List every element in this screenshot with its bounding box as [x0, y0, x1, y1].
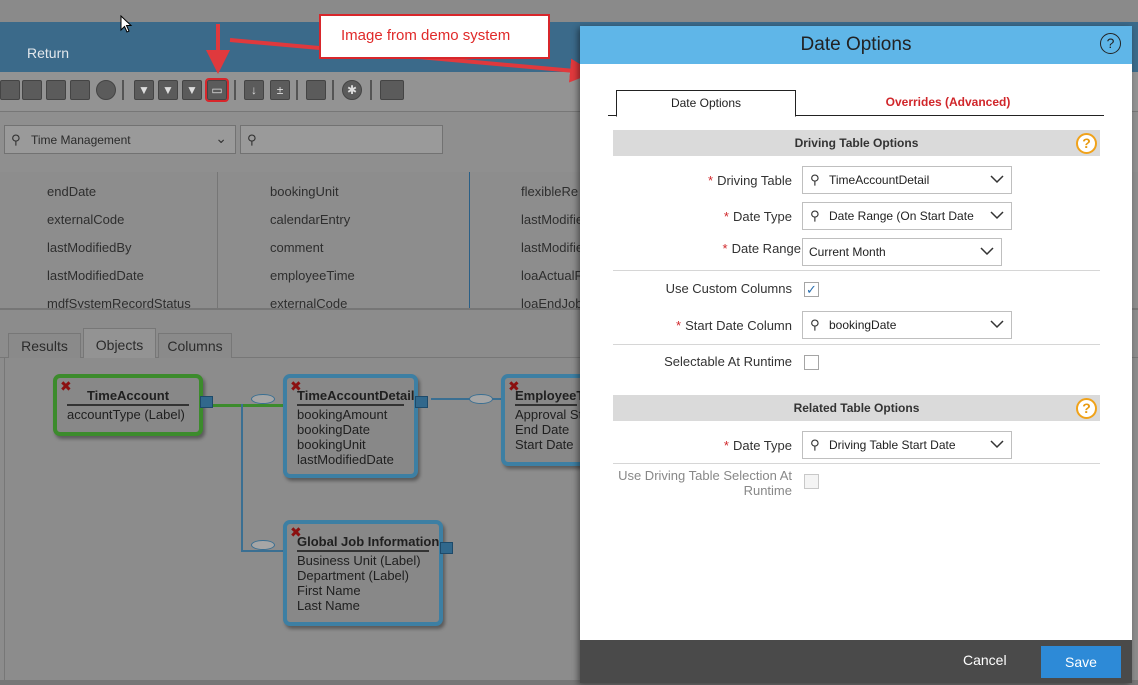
date-type-value: Date Range (On Start Date: [829, 209, 974, 223]
tab-date-options[interactable]: Date Options: [616, 90, 796, 117]
save-button[interactable]: Save: [1041, 646, 1121, 678]
dialog-footer: Cancel Save: [580, 640, 1132, 683]
dialog-header: Date Options ?: [580, 26, 1132, 64]
section-title: Driving Table Options: [794, 136, 919, 150]
selectable-at-runtime-checkbox[interactable]: [804, 355, 819, 370]
dialog-tabs: Date Options Overrides (Advanced): [608, 90, 1104, 117]
required-asterisk: *: [708, 173, 714, 188]
related-date-type-select[interactable]: ⚲ Driving Table Start Date: [802, 431, 1012, 459]
search-icon: ⚲: [810, 317, 820, 332]
search-icon: ⚲: [810, 208, 820, 223]
chevron-down-icon: [990, 440, 1004, 449]
section-header-driving-table: Driving Table Options ?: [613, 130, 1100, 156]
cancel-button[interactable]: Cancel: [963, 652, 1007, 668]
chevron-down-icon: [990, 175, 1004, 184]
chevron-down-icon: [990, 320, 1004, 329]
chevron-down-icon: [990, 211, 1004, 220]
start-date-column-label: * Start Date Column: [676, 318, 792, 333]
use-driving-selection-label: Use Driving Table Selection At Runtime: [618, 468, 792, 498]
annotation-text: Image from demo system: [341, 27, 511, 44]
help-icon[interactable]: ?: [1100, 33, 1121, 54]
annotation-callout: Image from demo system: [319, 14, 550, 59]
divider: [613, 463, 1100, 464]
section-title: Related Table Options: [793, 401, 920, 415]
date-type-label: * Date Type: [723, 209, 792, 224]
required-asterisk: *: [722, 241, 728, 256]
date-type-select[interactable]: ⚲ Date Range (On Start Date: [802, 202, 1012, 230]
date-range-value: Current Month: [809, 245, 886, 259]
driving-table-select[interactable]: ⚲ TimeAccountDetail: [802, 166, 1012, 194]
dialog-title: Date Options: [800, 34, 912, 55]
help-question-icon[interactable]: ?: [1076, 398, 1097, 419]
checkmark-icon: ✓: [806, 282, 817, 297]
related-date-type-label: * Date Type: [723, 438, 792, 453]
required-asterisk: *: [676, 318, 682, 333]
required-asterisk: *: [723, 209, 729, 224]
help-question-icon[interactable]: ?: [1076, 133, 1097, 154]
use-custom-columns-checkbox[interactable]: ✓: [804, 282, 819, 297]
selectable-at-runtime-label: Selectable At Runtime: [664, 354, 792, 369]
use-custom-columns-label: Use Custom Columns: [665, 281, 792, 296]
section-header-related-table: Related Table Options ?: [613, 395, 1100, 421]
start-date-column-select[interactable]: ⚲ bookingDate: [802, 311, 1012, 339]
search-icon: ⚲: [810, 437, 820, 452]
divider: [613, 270, 1100, 271]
use-driving-selection-checkbox[interactable]: [804, 474, 819, 489]
chevron-down-icon: [980, 247, 994, 256]
divider: [613, 344, 1100, 345]
date-range-label: * Date Range: [722, 241, 801, 256]
mouse-cursor-icon: [120, 15, 133, 33]
date-options-dialog: Date Options ? Date Options Overrides (A…: [580, 26, 1132, 683]
driving-table-label: * Driving Table: [708, 173, 792, 188]
driving-table-value: TimeAccountDetail: [829, 173, 930, 187]
search-icon: ⚲: [810, 172, 820, 187]
required-asterisk: *: [723, 438, 729, 453]
related-date-type-value: Driving Table Start Date: [829, 438, 956, 452]
start-date-column-value: bookingDate: [829, 318, 897, 332]
date-range-select[interactable]: Current Month: [802, 238, 1002, 266]
tab-overrides-advanced[interactable]: Overrides (Advanced): [848, 90, 1048, 116]
